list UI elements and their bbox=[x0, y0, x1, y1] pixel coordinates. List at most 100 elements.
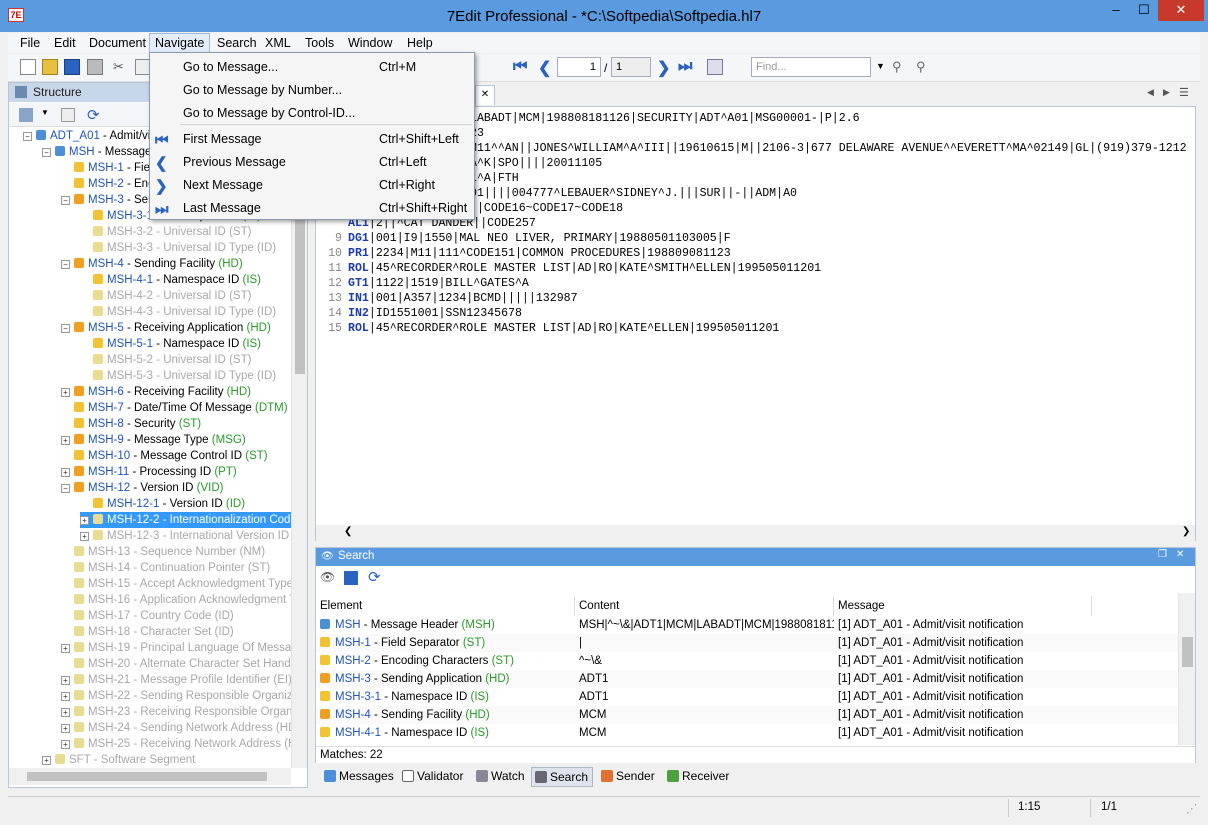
tree-node[interactable]: MSH-10 - Message Control ID (ST) bbox=[61, 448, 268, 464]
hscrollbar-thumb[interactable] bbox=[27, 772, 267, 781]
page-current-field[interactable]: 1 bbox=[557, 57, 601, 77]
tree-node[interactable]: MSH-15 - Accept Acknowledgment Type (ID) bbox=[61, 576, 291, 592]
expand-node-icon[interactable]: + bbox=[61, 388, 70, 397]
tree-node[interactable]: MSH-5-3 - Universal ID Type (ID) bbox=[80, 368, 276, 384]
expand-node-icon[interactable]: + bbox=[61, 468, 70, 477]
editor-line[interactable]: LABADT|MCM|198808181126|SECURITY|ADT^A01… bbox=[470, 111, 860, 126]
find-dropdown-icon[interactable]: ▼ bbox=[876, 61, 885, 71]
expand-node-icon[interactable]: + bbox=[80, 532, 89, 541]
navigate-menu-item[interactable]: ❯ Next Message Ctrl+Right bbox=[150, 174, 474, 196]
editor-line[interactable]: ||CODE16~CODE17~CODE18 bbox=[470, 201, 623, 216]
close-panel-icon[interactable]: ✕ bbox=[1176, 549, 1184, 560]
search-result-row[interactable]: MSH-4 - Sending Facility (HD) MCM [1] ADT_… bbox=[316, 706, 1178, 724]
tree-node[interactable]: + MSH-22 - Sending Responsible Organizati… bbox=[61, 688, 291, 704]
tree-node[interactable]: + MSH-11 - Processing ID (PT) bbox=[61, 464, 237, 480]
tree-node[interactable]: − MSH-4 - Sending Facility (HD) bbox=[61, 256, 243, 272]
tree-node[interactable]: MSH-12-1 - Version ID (ID) bbox=[80, 496, 245, 512]
find-icon[interactable]: ⚲ bbox=[892, 59, 908, 75]
menu-document[interactable]: Document bbox=[85, 35, 150, 51]
search-result-row[interactable]: MSH-1 - Field Separator (ST) | [1] ADT_A01… bbox=[316, 634, 1178, 652]
tree-node[interactable]: MSH-3-2 - Universal ID (ST) bbox=[80, 224, 251, 240]
save-icon[interactable] bbox=[64, 59, 80, 75]
scroll-left-icon[interactable]: ❮ bbox=[344, 526, 352, 537]
cut-icon[interactable]: ✂ bbox=[113, 59, 129, 75]
tree-node[interactable]: + MSH-25 - Receiving Network Address (HD) bbox=[61, 736, 291, 752]
expand-node-icon[interactable]: + bbox=[61, 436, 70, 445]
search-refresh-icon[interactable]: ⟳ bbox=[368, 568, 381, 586]
tab-search[interactable]: Search bbox=[531, 767, 594, 787]
new-document-icon[interactable] bbox=[20, 59, 36, 75]
tree-node[interactable]: + MSH-19 - Principal Language Of Message … bbox=[61, 640, 291, 656]
next-message-icon[interactable]: ❯ bbox=[657, 58, 670, 78]
search-result-row[interactable]: MSH-3 - Sending Application (HD) ADT1 [1] … bbox=[316, 670, 1178, 688]
find-next-icon[interactable]: ⚲ bbox=[916, 59, 932, 75]
goto-icon[interactable] bbox=[707, 59, 723, 75]
tab-validator[interactable]: Validator bbox=[399, 767, 467, 787]
tree-node[interactable]: MSH-5-2 - Universal ID (ST) bbox=[80, 352, 251, 368]
menu-xml[interactable]: XML bbox=[261, 35, 295, 51]
save-all-icon[interactable] bbox=[87, 59, 103, 75]
column-header-content[interactable]: Content bbox=[575, 596, 834, 616]
tab-watch[interactable]: Watch bbox=[473, 767, 529, 787]
tree-node[interactable]: MSH-16 - Application Acknowledgment Type… bbox=[61, 592, 291, 608]
float-panel-icon[interactable]: ❐ bbox=[1158, 549, 1167, 560]
expand-node-icon[interactable]: + bbox=[61, 644, 70, 653]
menu-file[interactable]: File bbox=[16, 35, 44, 51]
tree-node[interactable]: MSH-4-1 - Namespace ID (IS) bbox=[80, 272, 261, 288]
collapse-node-icon[interactable]: − bbox=[23, 132, 32, 141]
open-folder-icon[interactable] bbox=[42, 59, 58, 75]
editor-line[interactable]: 12 GT1|1122|1519|BILL^GATES^A bbox=[320, 276, 529, 291]
tree-node[interactable]: MSH-4-2 - Universal ID (ST) bbox=[80, 288, 251, 304]
editor-hscrollbar[interactable]: ❮ ❯ bbox=[316, 525, 1195, 541]
search-scrollbar-thumb[interactable] bbox=[1182, 637, 1193, 667]
tree-node[interactable]: + MSH-24 - Sending Network Address (HD) bbox=[61, 720, 291, 736]
editor-line[interactable]: A^K|SPO||||20011105 bbox=[470, 156, 602, 171]
collapse-node-icon[interactable]: − bbox=[61, 324, 70, 333]
editor-line[interactable]: 10 PR1|2234|M11|111^CODE151|COMMON PROCED… bbox=[320, 246, 731, 261]
search-scrollbar[interactable] bbox=[1178, 593, 1195, 745]
tree-node[interactable]: + MSH-9 - Message Type (MSG) bbox=[61, 432, 246, 448]
tree-node[interactable]: + MSH-23 - Receiving Responsible Organiza… bbox=[61, 704, 291, 720]
expand-node-icon[interactable]: + bbox=[61, 676, 70, 685]
minimize-button[interactable]: – bbox=[1102, 0, 1130, 21]
expand-node-icon[interactable]: + bbox=[61, 724, 70, 733]
collapse-node-icon[interactable]: − bbox=[42, 148, 51, 157]
tree-node[interactable]: +MSH-12-2 - Internationalization Code (C… bbox=[80, 512, 291, 528]
column-header-element[interactable]: Element bbox=[316, 596, 575, 616]
tree-node[interactable]: MSH-20 - Alternate Character Set Handlin… bbox=[61, 656, 291, 672]
navigate-menu-item[interactable]: ⏭ Last Message Ctrl+Shift+Right bbox=[150, 197, 474, 219]
find-input[interactable]: Find... bbox=[751, 57, 871, 77]
tree-node[interactable]: MSH-5-1 - Namespace ID (IS) bbox=[80, 336, 261, 352]
tab-receiver[interactable]: Receiver bbox=[664, 767, 733, 787]
tree-node[interactable]: MSH-8 - Security (ST) bbox=[61, 416, 201, 432]
tree-node[interactable]: MSH-7 - Date/Time Of Message (DTM) bbox=[61, 400, 288, 416]
last-message-icon[interactable]: ⏭ bbox=[678, 58, 692, 76]
tab-scroll-left-icon[interactable]: ◀ bbox=[1147, 87, 1154, 98]
close-button[interactable]: ✕ bbox=[1158, 0, 1204, 21]
editor-line[interactable]: 01||||004777^LEBAUER^SIDNEY^J.|||SUR||-|… bbox=[470, 186, 797, 201]
menu-edit[interactable]: Edit bbox=[50, 35, 80, 51]
column-header-message[interactable]: Message bbox=[834, 596, 1092, 616]
tree-node[interactable]: MSH-18 - Character Set (ID) bbox=[61, 624, 234, 640]
tab-list-icon[interactable]: ☰ bbox=[1179, 86, 1189, 99]
tab-scroll-right-icon[interactable]: ▶ bbox=[1163, 87, 1170, 98]
menu-window[interactable]: Window bbox=[344, 35, 396, 51]
tree-node[interactable]: MSH-17 - Country Code (ID) bbox=[61, 608, 234, 624]
menu-help[interactable]: Help bbox=[403, 35, 437, 51]
collapse-node-icon[interactable]: − bbox=[61, 196, 70, 205]
navigate-menu-item[interactable]: Go to Message... Ctrl+M bbox=[150, 56, 474, 78]
search-result-row[interactable]: MSH-3-1 - Namespace ID (IS) ADT1 [1] ADT_A… bbox=[316, 688, 1178, 706]
navigate-menu-item[interactable]: Go to Message by Number... bbox=[150, 79, 474, 101]
collapse-node-icon[interactable]: − bbox=[61, 260, 70, 269]
expand-node-icon[interactable]: + bbox=[42, 756, 51, 765]
editor-line[interactable]: 15 ROL|45^RECORDER^ROLE MASTER LIST|AD|RO… bbox=[320, 321, 779, 336]
menu-navigate[interactable]: Navigate bbox=[149, 33, 211, 53]
maximize-button[interactable]: ☐ bbox=[1130, 0, 1158, 21]
expand-node-icon[interactable]: + bbox=[61, 740, 70, 749]
structure-hscrollbar[interactable] bbox=[9, 768, 291, 785]
search-result-row[interactable]: MSH-4-1 - Namespace ID (IS) MCM [1] ADT_A0… bbox=[316, 724, 1178, 742]
tree-node[interactable]: + MSH-21 - Message Profile Identifier (EI… bbox=[61, 672, 291, 688]
search-view-icon[interactable]: 👁 bbox=[320, 570, 335, 584]
editor-line[interactable]: 11 ROL|45^RECORDER^ROLE MASTER LIST|AD|RO… bbox=[320, 261, 821, 276]
search-result-row[interactable]: MSH - Message Header (MSH) MSH|^~\&|ADT1|… bbox=[316, 616, 1178, 634]
